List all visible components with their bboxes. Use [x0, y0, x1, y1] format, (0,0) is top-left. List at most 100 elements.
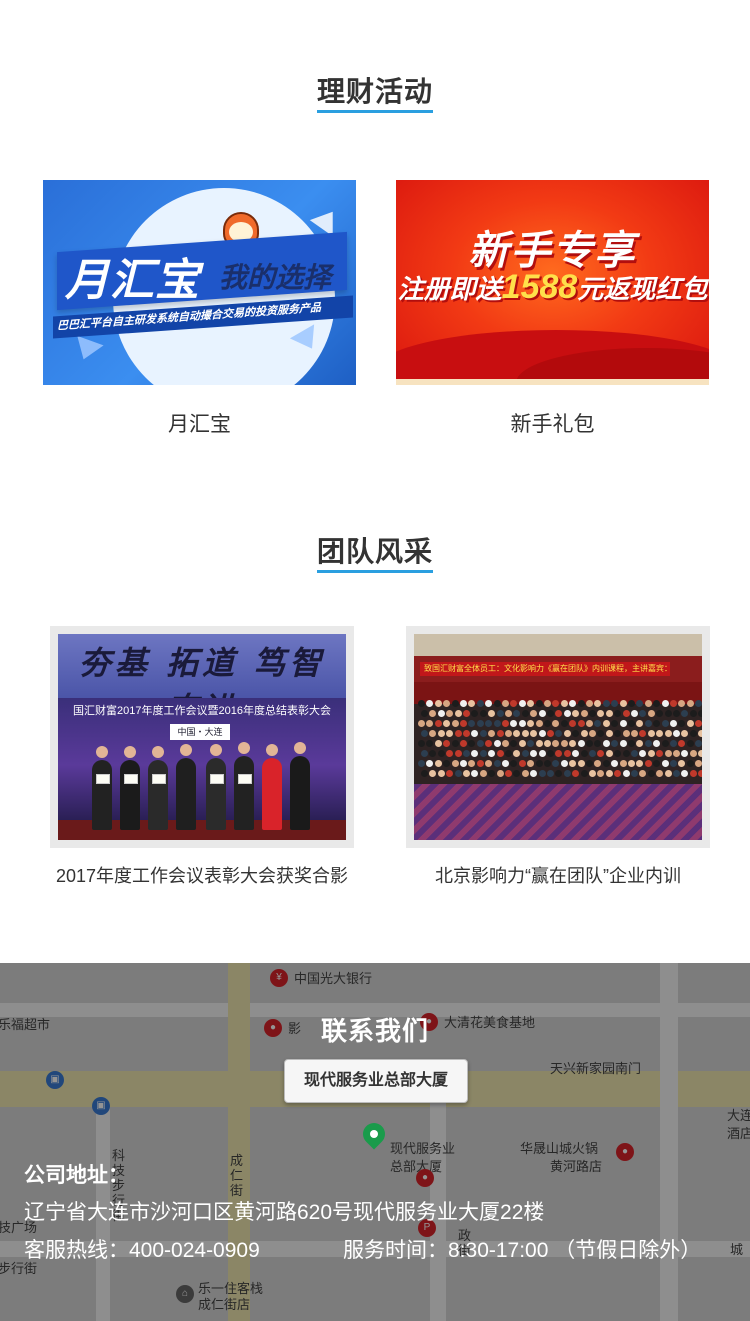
crowd-person [622, 710, 630, 717]
crowd-person [547, 750, 554, 757]
crowd-person [589, 710, 596, 717]
crowd-person [518, 740, 526, 747]
crowd-person [496, 770, 504, 777]
crowd-person [589, 770, 596, 777]
banner-main-text: 月汇宝 [65, 256, 200, 305]
crowd-person [664, 730, 672, 737]
crowd-person [673, 770, 680, 777]
certificate [152, 774, 166, 784]
crowd-person [502, 760, 509, 767]
address-label-row: 公司地址： [24, 1159, 129, 1189]
crowd-person [493, 760, 501, 767]
certificate [96, 774, 110, 784]
contact-section-title: 联系我们 [320, 1016, 429, 1046]
crowd-person [602, 760, 610, 767]
crowd-person [479, 770, 487, 777]
banner-subtitle-suffix: 元返现红包 [577, 274, 708, 304]
crowd-person [686, 700, 694, 707]
crowd-person [619, 740, 627, 747]
map-building-callout[interactable]: 现代服务业总部大厦 [284, 1059, 468, 1103]
crowd-person [421, 770, 428, 777]
crowd-person [644, 740, 652, 747]
crowd-person [460, 720, 467, 727]
banner-subtitle-prefix: 注册即送 [397, 274, 502, 304]
crowd-person [619, 760, 627, 767]
card-caption[interactable]: 北京影响力“赢在团队”企业内训 [396, 862, 720, 888]
person-figure [262, 758, 282, 830]
newbie-gift-banner[interactable]: 新手专享 注册即送1588元返现红包 [396, 180, 709, 385]
crowd-person [628, 700, 635, 707]
crowd-person [698, 710, 702, 717]
crowd-person [521, 730, 529, 737]
crowd-person [421, 710, 428, 717]
hotline-label: 客服热线： [24, 1239, 129, 1262]
crowd-person [547, 710, 554, 717]
crowd-person [547, 730, 554, 737]
crowd-person [454, 770, 462, 777]
yuehuibao-banner[interactable]: 月汇宝 我的选择 巴巴汇平台自主研发系统自动撮合交易的投资服务产品 [43, 180, 356, 385]
crowd-person [460, 700, 467, 707]
crowd-person [463, 750, 470, 757]
team-training-photo[interactable]: 致国汇财富全体员工：文化影响力《赢在团队》内训课程，主讲嘉宾：王诗 [406, 626, 710, 848]
person-figure [234, 756, 254, 830]
crowd-person [437, 710, 445, 717]
crowd-person [628, 720, 635, 727]
card-caption[interactable]: 月汇宝 [43, 408, 356, 438]
crowd-person [502, 700, 509, 707]
crowd-person [664, 770, 672, 777]
crowd-person [434, 700, 442, 707]
crowd-person [437, 750, 445, 757]
crowd-person [670, 760, 677, 767]
team-section-title: 团队风采 [316, 536, 433, 567]
banner-bottom-strip [396, 379, 709, 385]
crowd-person [476, 760, 484, 767]
annual-meeting-photo[interactable]: 夯基 拓道 笃智 奋进 国汇财富2017年度工作会议暨2016年度总结表彰大会 … [50, 626, 354, 848]
crowd-person [577, 700, 585, 707]
crowd-person [622, 730, 630, 737]
crowd-person [560, 700, 568, 707]
crowd-person [628, 760, 635, 767]
hotline-number[interactable]: 400-024-0909 [129, 1239, 260, 1262]
crowd-person [647, 710, 655, 717]
activities-title-underline [317, 110, 433, 113]
crowd-person [560, 760, 568, 767]
crowd-person [689, 730, 697, 737]
crowd-person [664, 750, 672, 757]
crowd-person [563, 770, 571, 777]
crowd-person [479, 730, 487, 737]
person-figure [92, 760, 112, 830]
crowd-person [535, 740, 543, 747]
crowd-person [602, 700, 610, 707]
crowd-person [580, 730, 588, 737]
activity-card-yuehuibao[interactable]: 月汇宝 我的选择 巴巴汇平台自主研发系统自动撮合交易的投资服务产品 月汇宝 [43, 180, 356, 440]
crowd-person [518, 720, 526, 727]
banner-subtitle: 注册即送1588元返现红包 [396, 268, 709, 307]
person-head [152, 746, 164, 758]
team-photo-card-team-training[interactable]: 致国汇财富全体员工：文化影响力《赢在团队》内训课程，主讲嘉宾：王诗 北京影响力“… [406, 626, 710, 888]
crowd-person [577, 720, 585, 727]
crowd-person [580, 710, 588, 717]
crowd-person [505, 710, 512, 717]
crowd-person [434, 740, 442, 747]
city-sign: 中国・大连 [170, 724, 230, 740]
crowd-person [622, 770, 630, 777]
crowd-person [451, 720, 459, 727]
crowd-person [502, 720, 509, 727]
crowd-person [605, 730, 613, 737]
arrow-decor-icon [309, 203, 345, 237]
crowd-person [628, 740, 635, 747]
team-photo-card-annual-meeting[interactable]: 夯基 拓道 笃智 奋进 国汇财富2017年度工作会议暨2016年度总结表彰大会 … [50, 626, 354, 888]
crowd-person [547, 770, 554, 777]
card-caption[interactable]: 2017年度工作会议表彰大会获奖合影 [40, 862, 364, 888]
crowd-person [535, 760, 543, 767]
service-hours-label: 服务时间： [343, 1239, 448, 1262]
activity-card-newbie-gift[interactable]: 新手专享 注册即送1588元返现红包 新手礼包 [396, 180, 709, 440]
crowd-person [479, 750, 487, 757]
crowd-person [586, 740, 593, 747]
crowd-person [619, 700, 627, 707]
card-caption[interactable]: 新手礼包 [396, 408, 709, 438]
person-figure [120, 760, 140, 830]
crowd-person [518, 760, 526, 767]
person-figure [206, 758, 226, 830]
crowd-person [451, 740, 459, 747]
